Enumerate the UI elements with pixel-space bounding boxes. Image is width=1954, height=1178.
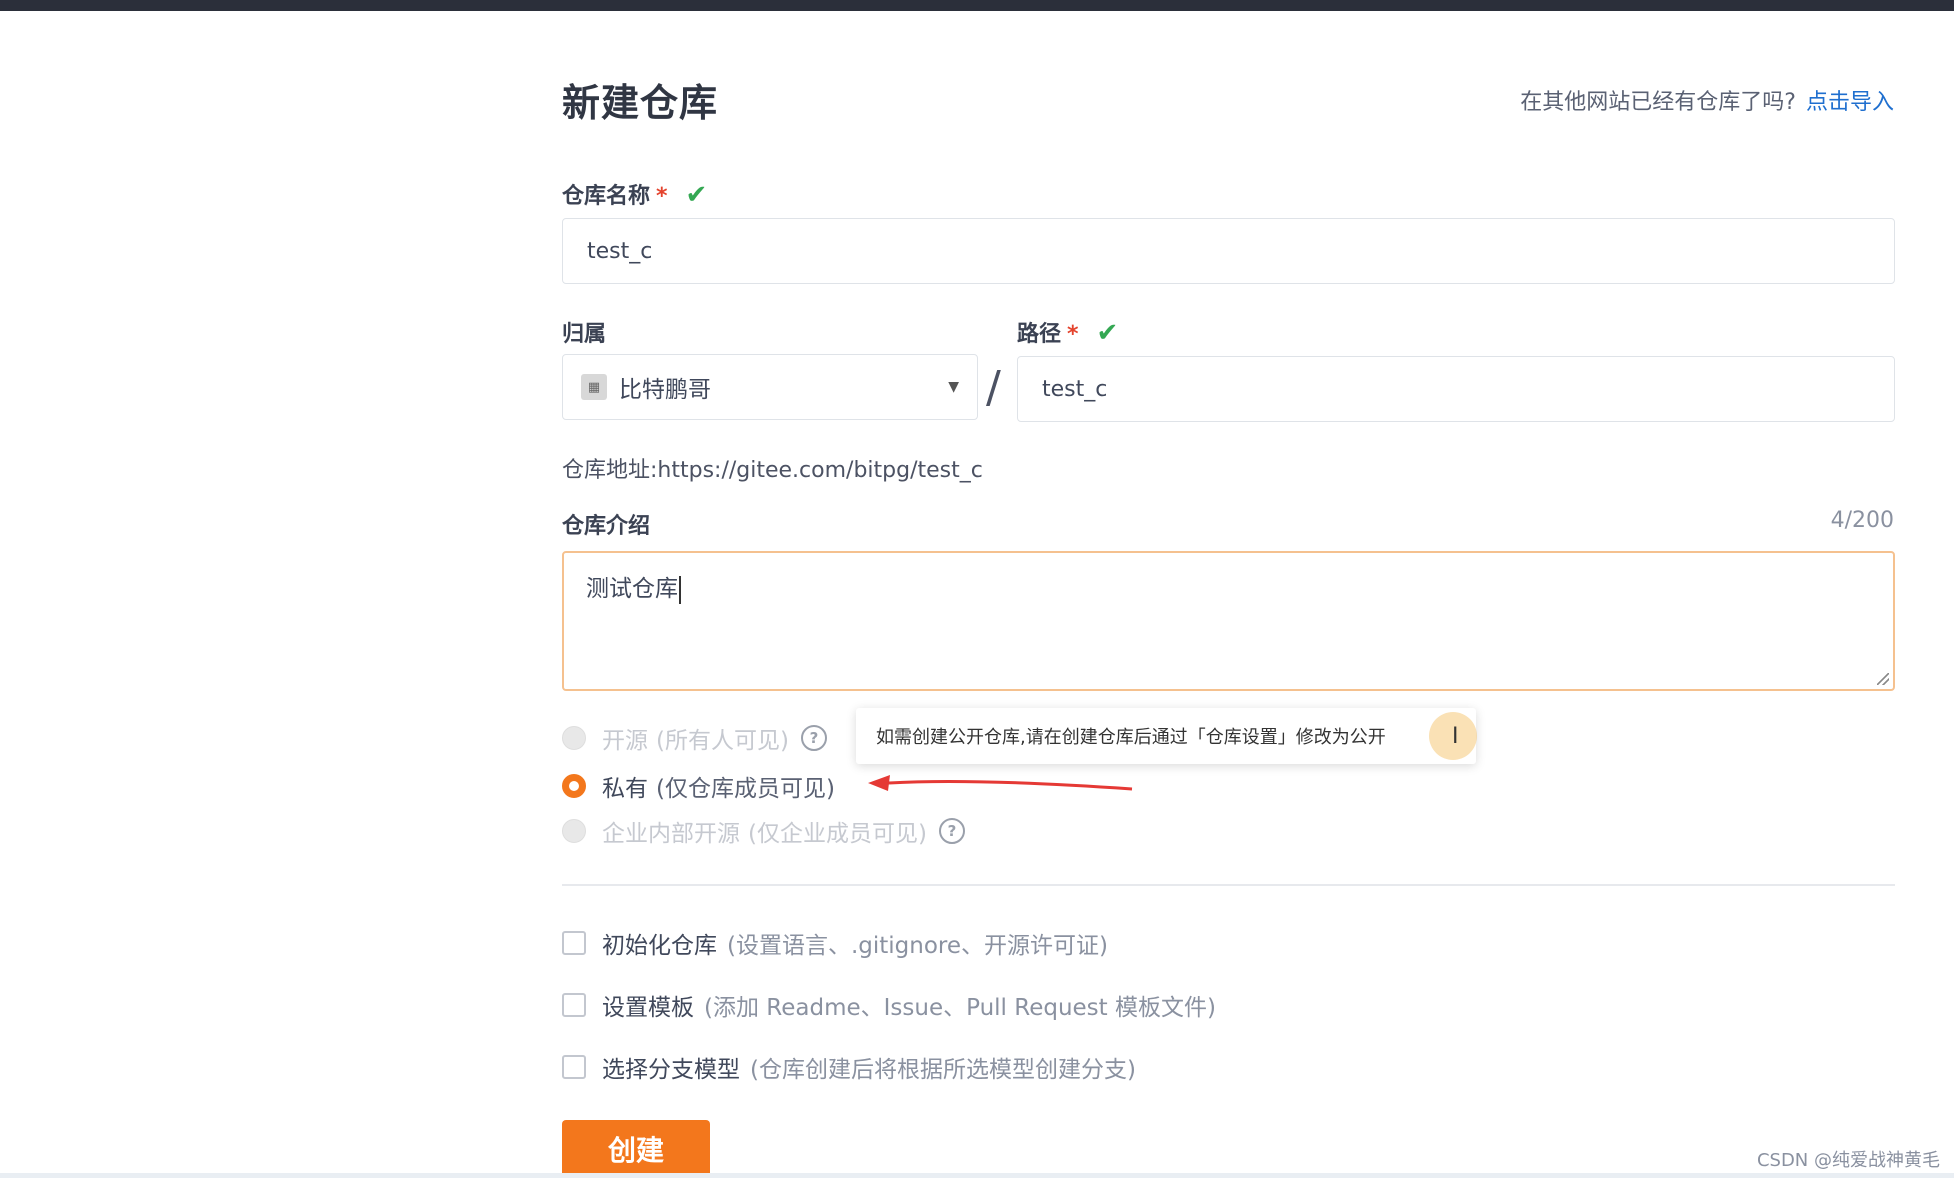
option-template[interactable]: 设置模板 (添加 Readme、Issue、Pull Request 模板文件) xyxy=(562,988,1216,1022)
visibility-option-label: 企业内部开源 xyxy=(602,821,740,847)
ibeam-cursor-icon: I xyxy=(1452,724,1459,749)
repo-address-label: 仓库地址: xyxy=(562,458,658,483)
resize-handle-icon[interactable] xyxy=(1877,673,1889,685)
visibility-option-private[interactable]: 私有 (仅仓库成员可见) xyxy=(562,769,835,803)
checkbox[interactable] xyxy=(562,931,586,955)
repo-name-label-text: 仓库名称 xyxy=(562,184,651,209)
import-link[interactable]: 点击导入 xyxy=(1806,90,1894,115)
top-bar xyxy=(0,0,1954,11)
help-icon[interactable]: ? xyxy=(800,725,827,751)
annotation-arrow-icon xyxy=(868,775,1133,791)
caret-down-icon: ▼ xyxy=(948,379,959,395)
visibility-option-sub: (仅企业成员可见) xyxy=(748,821,927,847)
radio-button[interactable] xyxy=(562,726,586,750)
valid-check-icon: ✔ xyxy=(685,180,708,210)
owner-avatar: ▦ xyxy=(581,374,607,400)
import-hint-text: 在其他网站已经有仓库了吗? xyxy=(1520,90,1796,115)
checkbox[interactable] xyxy=(562,1055,586,1079)
required-mark: * xyxy=(656,184,668,209)
visibility-option-sub: (仅仓库成员可见) xyxy=(656,776,835,802)
create-button[interactable]: 创建 xyxy=(562,1120,710,1178)
option-sub: (仓库创建后将根据所选模型创建分支) xyxy=(750,1057,1136,1083)
bottom-edge xyxy=(0,1173,1954,1178)
owner-name: 比特鹏哥 xyxy=(619,377,711,403)
option-branch-model[interactable]: 选择分支模型 (仓库创建后将根据所选模型创建分支) xyxy=(562,1050,1136,1084)
visibility-option-label: 开源 xyxy=(602,728,648,754)
owner-label: 归属 xyxy=(562,322,607,347)
description-text: 测试仓库 xyxy=(586,576,678,602)
path-label: 路径 * ✔ xyxy=(1017,316,1118,348)
radio-button[interactable] xyxy=(562,819,586,843)
help-icon[interactable]: ? xyxy=(938,818,965,844)
description-counter: 4/200 xyxy=(1830,508,1894,533)
text-cursor xyxy=(679,575,681,604)
divider xyxy=(562,884,1895,886)
repo-address-value: https://gitee.com/bitpg/test_c xyxy=(657,458,983,483)
valid-check-icon: ✔ xyxy=(1096,318,1119,348)
description-label: 仓库介绍 xyxy=(562,514,651,539)
repo-name-input[interactable]: test_c xyxy=(562,218,1895,284)
required-mark: * xyxy=(1067,322,1079,347)
import-hint: 在其他网站已经有仓库了吗? 点击导入 xyxy=(1520,84,1894,116)
page-title: 新建仓库 xyxy=(562,81,719,125)
owner-select[interactable]: ▦ 比特鹏哥 ▼ xyxy=(562,354,978,420)
radio-button[interactable] xyxy=(562,774,586,798)
option-label: 设置模板 xyxy=(602,995,694,1021)
option-label: 初始化仓库 xyxy=(602,933,717,959)
checkbox[interactable] xyxy=(562,993,586,1017)
visibility-option-label: 私有 xyxy=(602,776,648,802)
repo-name-label: 仓库名称 * ✔ xyxy=(562,178,707,210)
path-input[interactable]: test_c xyxy=(1017,356,1895,422)
description-textarea[interactable]: 测试仓库 xyxy=(562,551,1895,691)
visibility-tooltip: 如需创建公开仓库,请在创建仓库后通过「仓库设置」修改为公开 xyxy=(856,708,1476,764)
option-label: 选择分支模型 xyxy=(602,1057,740,1083)
watermark: CSDN @纯爱战神黄毛 xyxy=(1756,1150,1940,1171)
visibility-option-enterprise[interactable]: 企业内部开源 (仅企业成员可见) ? xyxy=(562,814,965,848)
option-sub: (设置语言、.gitignore、开源许可证) xyxy=(727,933,1109,959)
option-sub: (添加 Readme、Issue、Pull Request 模板文件) xyxy=(704,995,1216,1021)
path-label-text: 路径 xyxy=(1017,322,1062,347)
visibility-option-public[interactable]: 开源 (所有人可见) ? xyxy=(562,721,827,755)
repo-address: 仓库地址:https://gitee.com/bitpg/test_c xyxy=(562,452,983,484)
path-separator: / xyxy=(986,362,1001,413)
option-init-repo[interactable]: 初始化仓库 (设置语言、.gitignore、开源许可证) xyxy=(562,926,1108,960)
visibility-option-sub: (所有人可见) xyxy=(656,728,789,754)
